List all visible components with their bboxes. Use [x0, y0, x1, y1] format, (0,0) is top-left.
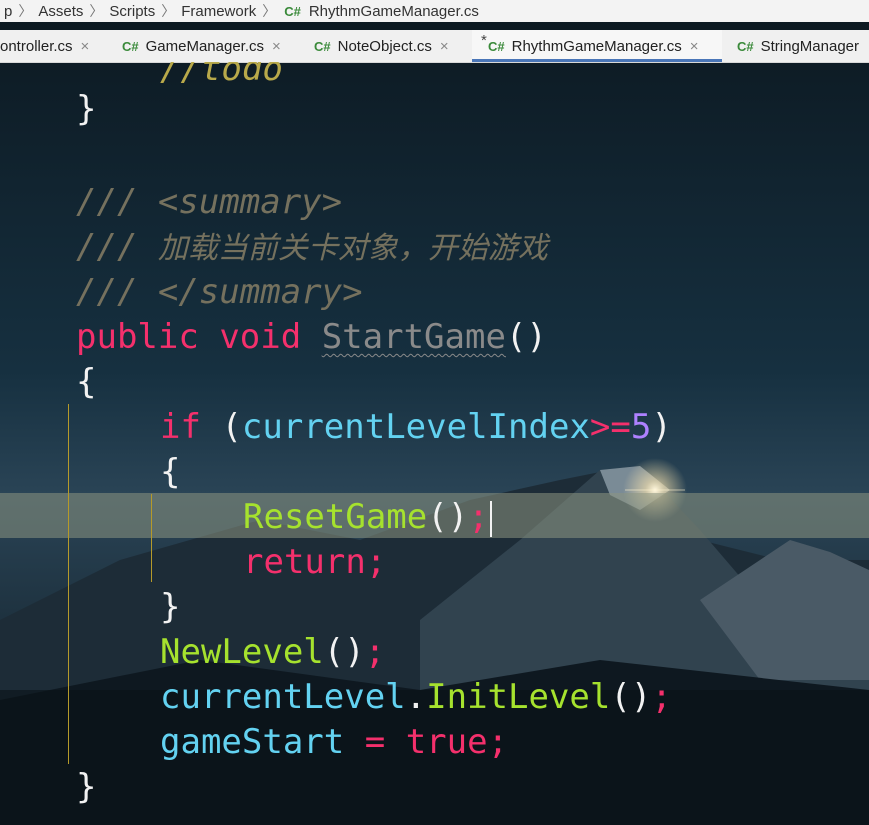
parens: ()	[427, 497, 469, 537]
close-icon[interactable]: ×	[690, 38, 699, 55]
code-line: {	[160, 450, 180, 495]
doc-prefix: ///	[76, 227, 158, 267]
chevron-right-icon: 〉	[161, 3, 176, 19]
breadcrumb-item-framework[interactable]: Framework	[181, 3, 256, 20]
doc-summary-text: 加载当前关卡对象，开始游戏	[157, 231, 548, 266]
variable-game-start: gameStart	[160, 722, 345, 762]
tab-controller[interactable]: ontroller.cs ×	[0, 30, 89, 62]
code-line-doc-close: /// </summary>	[76, 270, 363, 315]
code-line: {	[76, 360, 96, 405]
parens: ()	[323, 632, 365, 672]
parens: ()	[610, 677, 652, 717]
chevron-right-icon: 〉	[262, 3, 277, 19]
breadcrumb-item-file[interactable]: RhythmGameManager.cs	[309, 3, 479, 20]
doc-prefix: ///	[76, 272, 158, 312]
dot: .	[405, 677, 427, 717]
csharp-file-icon: C#	[284, 3, 301, 19]
code-line-gamestart: gameStart = true;	[160, 720, 508, 765]
paren-open: (	[221, 407, 242, 447]
tab-label: ontroller.cs	[0, 37, 73, 55]
method-name[interactable]: StartGame	[322, 317, 506, 357]
tab-label: RhythmGameManager.cs	[511, 37, 682, 55]
keyword-return: return	[243, 542, 366, 582]
code-line-doc-text: /// 加载当前关卡对象，开始游戏	[76, 225, 548, 270]
tab-rhythmgamemanager[interactable]: * C# RhythmGameManager.cs ×	[472, 30, 722, 62]
call-init-level: InitLevel	[426, 677, 611, 717]
semicolon: ;	[468, 497, 489, 537]
text-cursor	[489, 500, 492, 537]
doc-prefix: ///	[76, 182, 158, 222]
chevron-right-icon: 〉	[89, 3, 104, 19]
close-brace: }	[160, 587, 181, 627]
semicolon: ;	[651, 677, 672, 717]
tab-label: NoteObject.cs	[337, 37, 432, 55]
code-line-if: if (currentLevelIndex>=5)	[160, 405, 672, 450]
keyword-true: true	[405, 722, 488, 762]
operator-assign: =	[364, 722, 386, 762]
indent-guide	[68, 404, 69, 764]
code-line-return: return;	[243, 540, 386, 585]
variable-current-level-index: currentLevelIndex	[241, 407, 590, 447]
close-icon[interactable]: ×	[440, 38, 449, 55]
todo-comment: //todo	[160, 62, 283, 89]
semicolon: ;	[487, 722, 509, 762]
semicolon: ;	[365, 542, 387, 582]
csharp-file-icon: C#	[314, 38, 331, 54]
tab-stringmanager[interactable]: C# StringManager	[737, 30, 859, 62]
close-brace: }	[76, 89, 97, 129]
operator-ge: >=	[589, 407, 631, 447]
call-new-level: NewLevel	[160, 632, 324, 672]
doc-tag-close: </summary>	[157, 272, 363, 312]
code-line-doc-open: /// <summary>	[76, 180, 342, 225]
number-literal: 5	[630, 407, 652, 447]
parens: ()	[505, 317, 547, 357]
open-brace: {	[160, 452, 181, 492]
editor-tab-bar: ontroller.cs × C# GameManager.cs × C# No…	[0, 30, 869, 63]
csharp-file-icon: C#	[488, 38, 505, 54]
tab-label: StringManager	[760, 37, 860, 55]
close-brace: }	[76, 767, 97, 807]
csharp-file-icon: C#	[122, 38, 139, 54]
breadcrumb-item-project[interactable]: p	[4, 3, 12, 20]
keyword-public: public	[76, 317, 199, 357]
open-brace: {	[76, 362, 97, 402]
breadcrumb-item-scripts[interactable]: Scripts	[109, 3, 155, 20]
code-line-todo: //todo	[160, 62, 283, 92]
code-line: }	[160, 585, 180, 630]
code-line: }	[76, 765, 96, 810]
chevron-right-icon: 〉	[18, 3, 33, 19]
call-reset-game: ResetGame	[243, 497, 428, 537]
code-line-reset: ResetGame();	[243, 495, 492, 540]
indent-guide	[151, 494, 152, 582]
code-line-initlevel: currentLevel.InitLevel();	[160, 675, 672, 720]
code-line-newlevel: NewLevel();	[160, 630, 385, 675]
doc-tag-open: <summary>	[157, 182, 343, 222]
close-icon[interactable]: ×	[81, 38, 90, 55]
breadcrumb-item-assets[interactable]: Assets	[38, 3, 83, 20]
keyword-if: if	[160, 407, 201, 447]
code-line: }	[76, 87, 96, 132]
code-line-signature: public void StartGame()	[76, 315, 547, 360]
breadcrumb: p 〉 Assets 〉 Scripts 〉 Framework 〉 C# Rh…	[0, 0, 869, 22]
modified-indicator: *	[481, 32, 487, 49]
code-editor[interactable]: //todo } /// <summary> /// 加载当前关卡对象，开始游戏…	[0, 62, 869, 825]
tab-gamemanager[interactable]: C# GameManager.cs ×	[122, 30, 281, 62]
tab-noteobject[interactable]: C# NoteObject.cs ×	[314, 30, 449, 62]
variable-current-level: currentLevel	[160, 677, 406, 717]
tab-label: GameManager.cs	[145, 37, 265, 55]
semicolon: ;	[364, 632, 386, 672]
csharp-file-icon: C#	[737, 38, 754, 54]
paren-close: )	[651, 407, 672, 447]
keyword-void: void	[219, 317, 302, 357]
close-icon[interactable]: ×	[272, 38, 281, 55]
